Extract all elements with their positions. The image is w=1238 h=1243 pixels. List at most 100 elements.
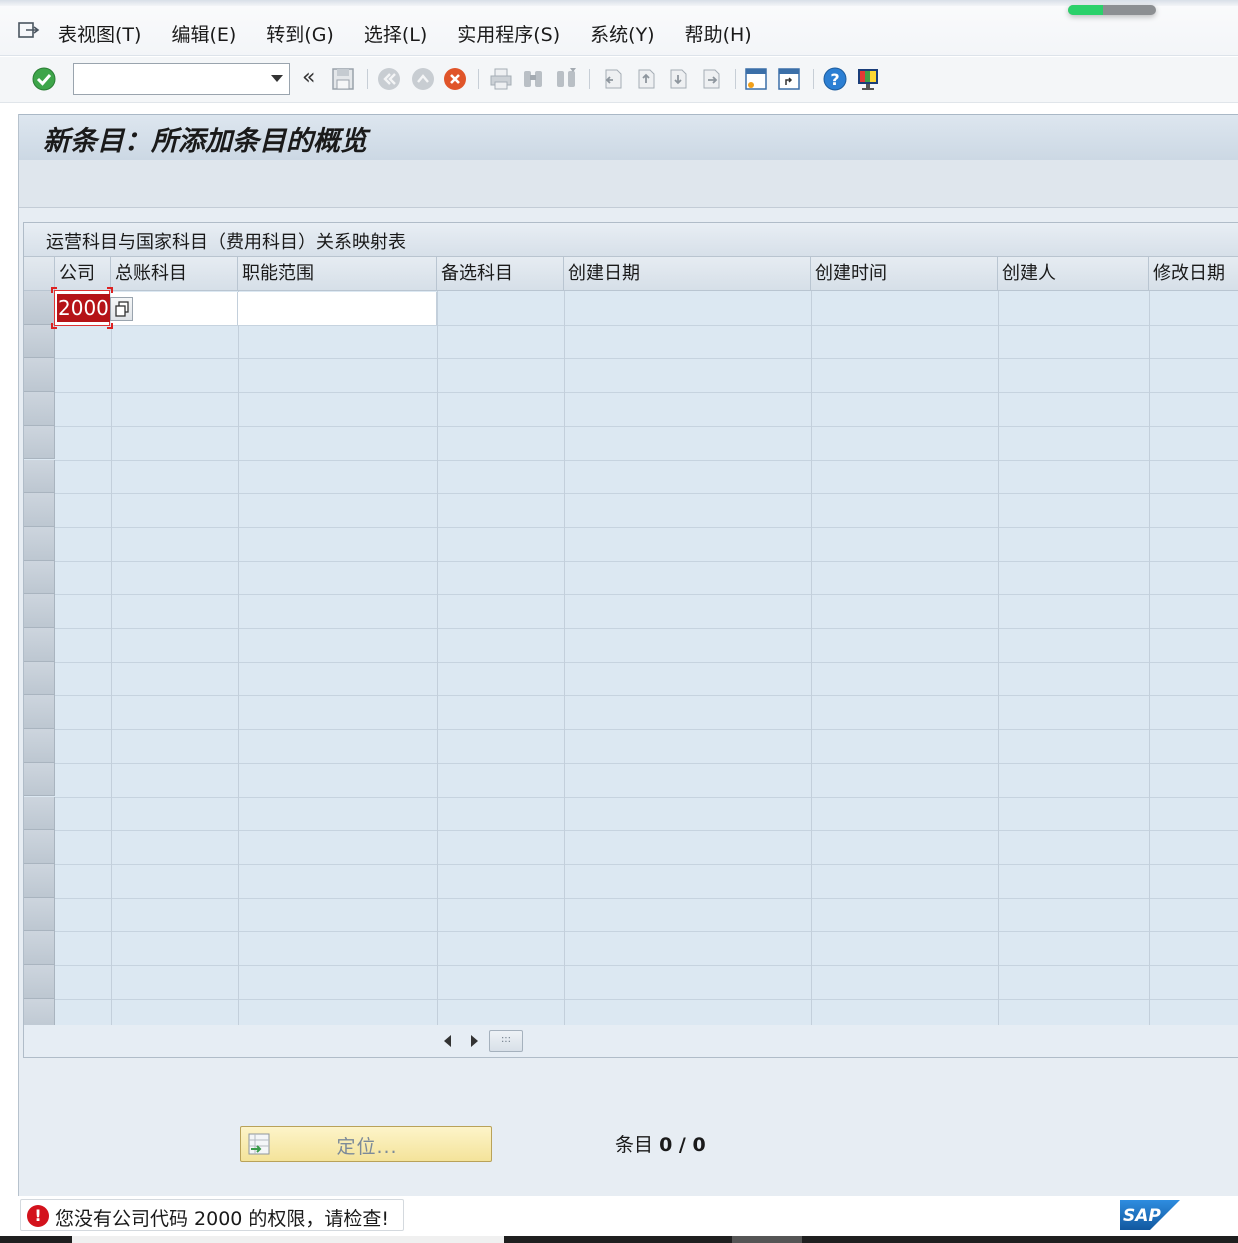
row-divider [55,661,1238,663]
column-header-changed-date[interactable]: 修改日期 [1149,257,1238,291]
column-header-created-date[interactable]: 创建日期 [564,257,811,291]
row-selector[interactable] [24,291,55,325]
column-divider [998,291,999,1025]
row-selector[interactable] [24,863,55,898]
cancel-icon[interactable] [441,65,469,93]
position-label: 定位... [336,1136,398,1158]
last-page-icon[interactable] [697,65,725,93]
row-selector[interactable] [24,965,55,999]
menu-bar: 表视图(T) 编辑(E) 转到(G) 选择(L) 实用程序(S) 系统(Y) 帮… [0,0,1238,56]
company-code-input[interactable]: 2000 [54,290,110,326]
menu-utilities[interactable]: 实用程序(S) [457,22,560,48]
column-divider [111,291,112,1025]
progress-fill [1068,5,1104,15]
save-icon[interactable] [329,65,357,93]
column-header-created-by[interactable]: 创建人 [998,257,1149,291]
row-divider [55,526,1238,528]
back-icon[interactable] [375,65,403,93]
help-icon[interactable]: ? [821,65,849,93]
column-header-gl-account[interactable]: 总账科目 [111,257,238,291]
previous-page-icon[interactable] [632,65,660,93]
application-toolbar [19,160,1238,208]
print-icon[interactable] [487,65,515,93]
focus-corner [51,323,57,329]
entry-count: 条目 0 / 0 [615,1130,706,1157]
sap-logo: SAP [1120,1200,1180,1230]
menu-goto[interactable]: 转到(G) [266,22,334,48]
focus-corner [107,287,113,293]
value-help-button[interactable] [110,297,133,321]
menu-help[interactable]: 帮助(H) [685,22,752,48]
row-divider [55,358,1238,360]
shortcut-icon[interactable] [775,65,803,93]
menu-items: 表视图(T) 编辑(E) 转到(G) 选择(L) 实用程序(S) 系统(Y) 帮… [58,22,782,48]
row-selector[interactable] [24,358,55,393]
row-selector[interactable] [24,392,55,426]
row-divider [55,425,1238,427]
exit-icon[interactable] [409,65,437,93]
column-header-company[interactable]: 公司 [55,257,111,291]
row-selector[interactable] [24,695,55,730]
collapse-toolbar-button[interactable]: « [302,66,315,90]
scroll-left-icon[interactable] [444,1035,451,1047]
column-header-created-time[interactable]: 创建时间 [811,257,998,291]
row-selector[interactable] [24,459,55,494]
row-selector[interactable] [24,324,55,359]
taskbar-segment [72,1236,504,1243]
row-selector[interactable] [24,560,55,595]
row-selector[interactable] [24,729,55,763]
row-selector[interactable] [24,425,55,460]
chevron-down-icon[interactable] [271,75,283,82]
row-divider [55,459,1238,461]
focus-corner [51,287,57,293]
status-message-text: 您没有公司代码 2000 的权限，请检查! [55,1208,390,1230]
status-message[interactable]: ! 您没有公司代码 2000 的权限，请检查! [20,1199,404,1231]
find-next-icon[interactable] [552,65,580,93]
column-divider [811,291,812,1025]
first-page-icon[interactable] [599,65,627,93]
toolbar-separator [813,69,814,89]
select-all-button[interactable] [24,257,55,291]
find-icon[interactable] [519,65,547,93]
scroll-right-icon[interactable] [471,1035,478,1047]
svg-text:?: ? [830,70,839,89]
row-divider [55,762,1238,764]
functional-area-input[interactable] [238,292,437,325]
row-selector[interactable] [24,897,55,932]
row-divider [55,796,1238,798]
column-divider [1149,291,1150,1025]
menu-table-view[interactable]: 表视图(T) [58,22,141,48]
row-divider [55,392,1238,394]
column-header-alternative-account[interactable]: 备选科目 [437,257,564,291]
row-selector[interactable] [24,796,55,831]
row-selector[interactable] [24,931,55,965]
row-selector[interactable] [24,526,55,561]
entry-count-value: 0 / 0 [659,1134,706,1156]
scroll-thumb[interactable]: ::: [489,1030,523,1052]
menu-system[interactable]: 系统(Y) [590,22,654,48]
standard-toolbar: « ? [0,57,1238,103]
menu-icon[interactable] [18,22,40,40]
create-session-icon[interactable] [742,65,770,93]
row-selector[interactable] [24,830,55,864]
row-selector[interactable] [24,628,55,662]
menu-edit[interactable]: 编辑(E) [171,22,236,48]
customize-layout-icon[interactable] [854,65,882,93]
check-icon[interactable] [30,65,58,93]
command-input[interactable] [74,64,259,94]
taskbar-segment [732,1236,802,1243]
row-selector[interactable] [24,594,55,628]
page-title: 新条目：所添加条目的概览 [43,126,367,157]
sap-logo-text: SAP [1123,1206,1161,1226]
row-selector[interactable] [24,762,55,797]
toolbar-separator [367,69,368,89]
row-divider [55,998,1238,1000]
position-button[interactable]: 定位... [240,1126,492,1162]
row-selector[interactable] [24,661,55,696]
next-page-icon[interactable] [664,65,692,93]
title-bar: 新条目：所添加条目的概览 [19,114,1238,160]
menu-selection[interactable]: 选择(L) [364,22,427,48]
row-selector[interactable] [24,493,55,527]
command-field[interactable] [73,63,290,95]
column-header-functional-area[interactable]: 职能范围 [238,257,437,291]
